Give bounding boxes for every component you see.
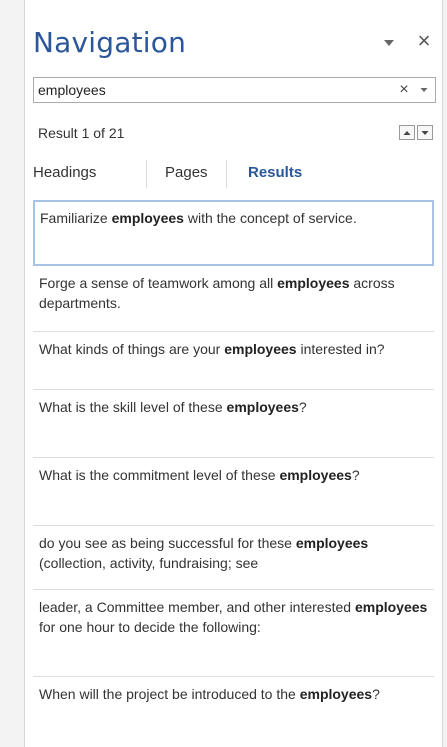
clear-icon: × bbox=[399, 81, 409, 98]
pane-title: Navigation bbox=[33, 26, 187, 59]
result-text: ? bbox=[372, 686, 380, 702]
pane-options-button[interactable] bbox=[380, 34, 398, 52]
result-match: employees bbox=[354, 599, 428, 615]
up-arrow-icon bbox=[403, 130, 411, 135]
result-match: employees bbox=[277, 275, 350, 291]
result-match: employees bbox=[224, 341, 297, 357]
clear-search-button[interactable]: × bbox=[395, 80, 413, 100]
result-match: employees bbox=[299, 686, 373, 702]
tab-divider bbox=[226, 160, 227, 188]
result-match: employees bbox=[279, 467, 352, 483]
search-options-button[interactable] bbox=[417, 81, 431, 99]
view-tabs: Headings Pages Results bbox=[33, 158, 442, 188]
search-box: × bbox=[33, 77, 436, 103]
result-text: leader, a Committee member, and other in… bbox=[39, 599, 355, 615]
result-text: ? bbox=[351, 467, 360, 483]
result-text: interested in? bbox=[296, 341, 385, 357]
result-text: do you see as being successful for these bbox=[39, 535, 296, 551]
result-text: What is the skill level of these bbox=[39, 399, 227, 415]
result-match: employees bbox=[295, 535, 369, 551]
result-text: (collection, activity, fundraising; see bbox=[39, 555, 259, 571]
result-item-selected[interactable]: Familiarize employees with the concept o… bbox=[33, 200, 434, 266]
tab-pages[interactable]: Pages bbox=[165, 158, 208, 188]
result-item[interactable]: leader, a Committee member, and other in… bbox=[33, 590, 434, 677]
result-count: Result 1 of 21 bbox=[38, 125, 125, 141]
next-result-button[interactable] bbox=[417, 125, 433, 140]
close-button[interactable]: × bbox=[414, 30, 434, 52]
result-text: When will the project be introduced to t… bbox=[39, 686, 300, 702]
result-text: for one hour to decide the following: bbox=[39, 619, 261, 635]
result-text: Forge a sense of teamwork among all bbox=[39, 275, 278, 291]
down-arrow-icon bbox=[421, 130, 429, 135]
previous-result-button[interactable] bbox=[399, 125, 415, 140]
tab-headings[interactable]: Headings bbox=[33, 158, 96, 188]
result-item[interactable]: Forge a sense of teamwork among all empl… bbox=[33, 266, 434, 332]
result-item[interactable]: do you see as being successful for these… bbox=[33, 526, 434, 590]
navigation-pane: Navigation × × Result 1 of 21 bbox=[24, 0, 443, 747]
result-text: What kinds of things are your bbox=[39, 341, 225, 357]
result-text: What is the commitment level of these bbox=[39, 467, 280, 483]
chevron-down-icon bbox=[420, 88, 428, 92]
result-text: with the concept of service. bbox=[183, 210, 357, 226]
chevron-down-icon bbox=[384, 40, 394, 46]
tab-divider bbox=[146, 160, 147, 188]
result-text: Familiarize bbox=[40, 210, 112, 226]
result-text: ? bbox=[298, 399, 307, 415]
close-icon: × bbox=[417, 28, 431, 53]
search-input[interactable] bbox=[34, 78, 385, 102]
results-list: Familiarize employees with the concept o… bbox=[33, 200, 434, 747]
result-navigation: Result 1 of 21 bbox=[38, 125, 436, 145]
result-match: employees bbox=[111, 210, 184, 226]
result-item[interactable]: What is the skill level of these employe… bbox=[33, 390, 434, 458]
result-item[interactable]: What kinds of things are your employees … bbox=[33, 332, 434, 390]
pane-header: Navigation × bbox=[33, 26, 442, 66]
result-item[interactable]: What is the commitment level of these em… bbox=[33, 458, 434, 526]
tab-results[interactable]: Results bbox=[248, 158, 302, 188]
result-match: employees bbox=[226, 399, 299, 415]
result-item[interactable]: When will the project be introduced to t… bbox=[33, 677, 434, 741]
